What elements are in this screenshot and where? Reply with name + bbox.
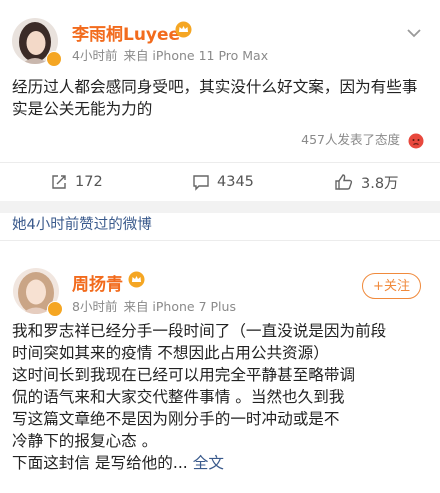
reaction-count-text: 457人发表了态度 (301, 132, 401, 147)
post-text: 经历过人都会感同身受吧，其实没什么好文案，因为有些事实是公关无能为力的 (12, 78, 418, 118)
section-gap (0, 201, 440, 213)
vip-crown-icon (128, 271, 145, 288)
liked-section-header[interactable]: 她4小时前赞过的微博 (0, 213, 440, 241)
comment-count: 4345 (217, 174, 254, 190)
author-name[interactable]: 周扬青 (72, 270, 123, 295)
weibo-post-card: 李雨桐Luyee 4小时前 来自 iPhone 11 Pro Max 经历过人都会… (0, 0, 440, 201)
comment-icon (193, 175, 209, 191)
post-source: 来自 iPhone 7 Plus (123, 299, 236, 314)
like-count: 3.8万 (361, 175, 399, 192)
post-text-line: 我和罗志祥已经分手一段时间了（一直没说是因为前段 (12, 322, 387, 340)
post-text-line: 时间突如其来的疫情 不想因此占用公共资源） (12, 344, 329, 362)
post-text-line: 这时间长到我现在已经可以用完全平静甚至略带调 (12, 366, 356, 384)
angry-emoji-icon (408, 133, 424, 148)
repost-icon (52, 175, 66, 189)
vip-crown-icon (175, 21, 192, 38)
reaction-summary[interactable]: 457人发表了态度 (301, 129, 424, 149)
follow-button[interactable]: +关注 (362, 273, 421, 299)
post-text-line: 冷静下的报复心态 。 (12, 432, 158, 450)
verified-badge-icon (47, 301, 63, 317)
like-button[interactable]: 3.8万 (334, 164, 399, 200)
post-text: 我和罗志祥已经分手一段时间了（一直没说是因为前段 时间突如其来的疫情 不想因此占… (12, 320, 430, 474)
post-time: 8小时前 (72, 299, 118, 314)
post-text-line-last: 下面这封信 是写给他的... 全文 (12, 452, 430, 474)
comment-button[interactable]: 4345 (192, 164, 254, 200)
weibo-post-card: 周扬青 8小时前 来自 iPhone 7 Plus +关注 我和罗志祥已经分手一段… (0, 241, 440, 493)
divider (0, 162, 440, 163)
full-text-link[interactable]: 全文 (193, 454, 224, 472)
post-meta: 4小时前 来自 iPhone 11 Pro Max (72, 45, 268, 64)
post-text-line: 写这篇文章绝不是因为刚分手的一时冲动或是不 (12, 410, 340, 428)
post-source: 来自 iPhone 11 Pro Max (123, 48, 269, 63)
thumbs-up-icon (335, 174, 353, 190)
post-text-line: 侃的语气来和大家交代整件事情 。当然也久到我 (12, 388, 345, 406)
author-name[interactable]: 李雨桐Luyee (72, 20, 180, 45)
post-text-line: 下面这封信 是写给他的... (12, 454, 188, 472)
post-meta: 8小时前 来自 iPhone 7 Plus (72, 296, 236, 315)
verified-badge-icon (46, 51, 62, 67)
post-time: 4小时前 (72, 48, 118, 63)
repost-count: 172 (75, 174, 103, 190)
chevron-down-icon[interactable] (406, 28, 422, 38)
action-bar: 172 4345 3.8万 (0, 164, 440, 200)
repost-button[interactable]: 172 (50, 164, 103, 200)
